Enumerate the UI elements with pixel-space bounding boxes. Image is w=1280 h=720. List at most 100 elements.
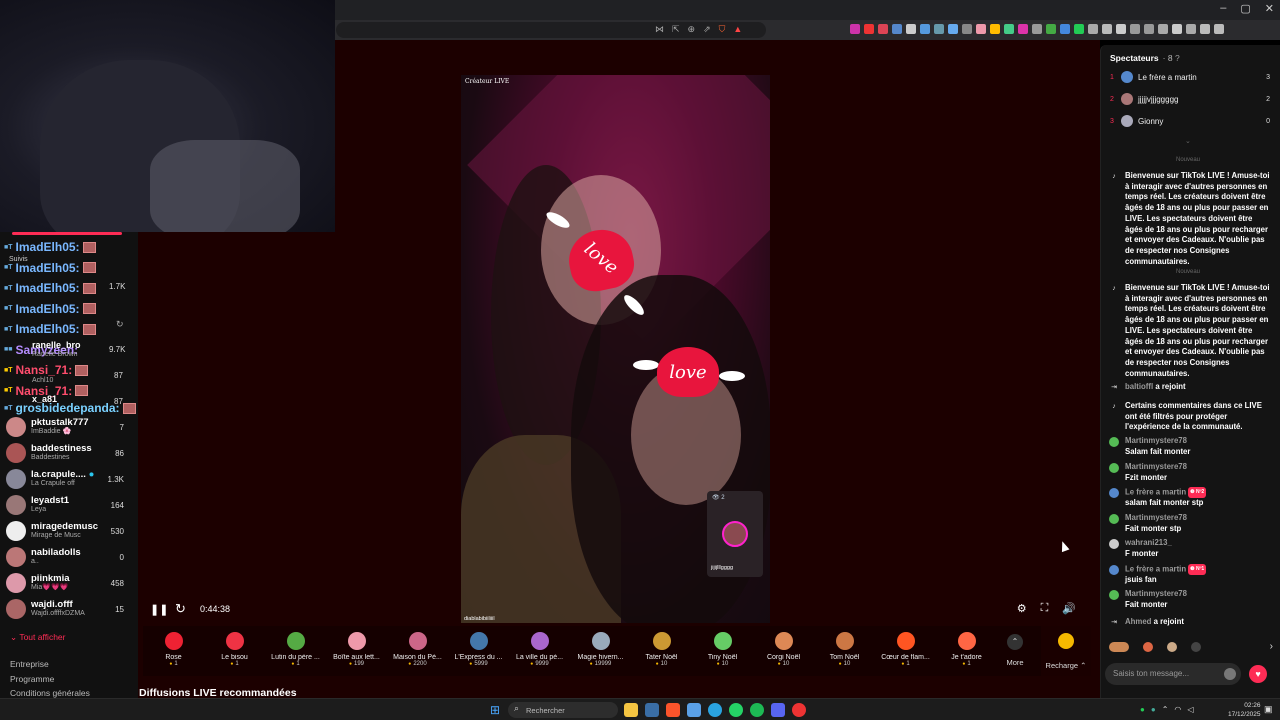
extension-icon[interactable] <box>962 24 972 34</box>
gift-item[interactable]: Maison du Pè...2200 <box>387 626 448 667</box>
extension-icon[interactable] <box>906 24 916 34</box>
gift-item[interactable]: Tiny Noël10 <box>692 626 753 667</box>
notification-icon[interactable]: ▣ <box>1264 704 1273 715</box>
gift-item[interactable]: Magie hivern...19999 <box>570 626 631 667</box>
minimize-button[interactable]: – <box>1220 2 1226 15</box>
refresh-icon[interactable]: ↻ <box>116 319 124 330</box>
like-button[interactable]: ♥ <box>1249 665 1267 683</box>
help-icon[interactable]: ? <box>1175 53 1180 63</box>
gift-item[interactable]: Cœur de flam...1 <box>875 626 936 667</box>
share-icon[interactable]: ⇗ <box>703 24 711 35</box>
creator-item[interactable]: piinkmia Mia💗💗💗 458 <box>6 570 132 596</box>
gift-item[interactable]: Rose1 <box>143 626 204 667</box>
show-all-link[interactable]: ⌄ Tout afficher <box>10 632 65 643</box>
gift-item[interactable]: Lutin du père ...1 <box>265 626 326 667</box>
extension-icon[interactable] <box>1032 24 1042 34</box>
chevron-right-icon[interactable]: › <box>1270 641 1273 652</box>
extension-icon[interactable] <box>1116 24 1126 34</box>
creator-item[interactable]: la.crapule.... ● La Crapule off 1.3K <box>6 466 132 492</box>
creator-name[interactable]: ranelle_bro <box>32 340 81 350</box>
zoom-icon[interactable]: ⊕ <box>688 24 696 35</box>
download-icon[interactable] <box>1130 24 1140 34</box>
taskbar-search[interactable]: Rechercher <box>508 702 618 718</box>
extension-icon[interactable] <box>1046 24 1056 34</box>
open-external-icon[interactable]: ⇱ <box>672 24 680 35</box>
telegram-icon[interactable] <box>708 703 722 717</box>
guest-window[interactable]: 👁 2 jijijlllgggg <box>707 491 763 577</box>
discord-icon[interactable] <box>771 703 785 717</box>
viewer-row[interactable]: 3 Gionny 0 <box>1110 114 1270 128</box>
gift-item[interactable]: Je t'adore1 <box>936 626 997 667</box>
creator-item[interactable]: wajdi.offf Wajdi.offffxDZMA 15 <box>6 596 132 622</box>
whatsapp-icon[interactable] <box>729 703 743 717</box>
gift-item[interactable]: Tom Noël10 <box>814 626 875 667</box>
gift-item[interactable]: Boîte aux lett...199 <box>326 626 387 667</box>
chat-username[interactable]: wahrani213_ <box>1125 538 1271 549</box>
calculator-icon[interactable] <box>645 703 659 717</box>
volume-icon[interactable]: ◁ <box>1187 705 1193 714</box>
extension-icon[interactable] <box>1158 24 1168 34</box>
chat-username[interactable]: Le frère a martin <box>1125 487 1186 496</box>
creator-item[interactable]: baddestiness Baddestines 86 <box>6 440 132 466</box>
brave-shield-icon[interactable]: ⛉ <box>719 24 726 35</box>
gift-item[interactable]: La ville du pè...9999 <box>509 626 570 667</box>
pause-icon[interactable]: ❚❚ <box>150 603 168 616</box>
chat-username[interactable]: Le frère a martin <box>1125 564 1186 573</box>
tray-icon[interactable]: ⌃ <box>1162 705 1169 714</box>
extension-icon[interactable] <box>990 24 1000 34</box>
creator-item[interactable]: nabiladolls a.. 0 <box>6 544 132 570</box>
footer-link-programme[interactable]: Programme <box>10 672 90 687</box>
viewer-row[interactable]: 2 jjjjjvjjjggggg 2 <box>1110 92 1270 106</box>
reaction-emoji-icon[interactable] <box>1191 641 1201 652</box>
extension-icon[interactable] <box>1004 24 1014 34</box>
footer-link-entreprise[interactable]: Entreprise <box>10 657 90 672</box>
reaction-emoji-icon[interactable] <box>1143 641 1153 652</box>
creator-item[interactable]: leyadst1 Leya 164 <box>6 492 132 518</box>
extension-icon[interactable] <box>920 24 930 34</box>
no-tracking-icon[interactable]: ⋈ <box>655 24 664 35</box>
gift-item[interactable]: Le bisou1 <box>204 626 265 667</box>
wifi-icon[interactable]: ◠ <box>1174 705 1181 714</box>
expand-viewers-icon[interactable]: ⌄ <box>1185 137 1191 145</box>
extension-icon[interactable] <box>1186 24 1196 34</box>
chat-username[interactable]: Martinmystere78 <box>1125 589 1271 600</box>
tray-icon[interactable]: ● <box>1140 705 1145 714</box>
chat-username[interactable]: Ahmed <box>1125 617 1151 626</box>
tray-icon[interactable]: ● <box>1151 705 1156 714</box>
spotify-icon[interactable] <box>750 703 764 717</box>
extension-icon[interactable] <box>864 24 874 34</box>
extension-icon[interactable] <box>1060 24 1070 34</box>
sidebar-icon[interactable] <box>1172 24 1182 34</box>
extension-icon[interactable] <box>948 24 958 34</box>
extension-icon[interactable] <box>976 24 986 34</box>
extension-icon[interactable] <box>1074 24 1084 34</box>
extension-icon[interactable] <box>892 24 902 34</box>
reaction-emoji-icon[interactable] <box>1167 641 1177 652</box>
clock[interactable]: 02:26 17/12/2025 <box>1228 701 1261 719</box>
chat-username[interactable]: Martinmystere78 <box>1125 436 1271 447</box>
extension-icon[interactable] <box>1088 24 1098 34</box>
settings-icon[interactable]: ⚙ <box>1017 602 1027 615</box>
extension-icon[interactable] <box>850 24 860 34</box>
emoji-icon[interactable] <box>1224 668 1236 680</box>
wallet-icon[interactable] <box>1200 24 1210 34</box>
recharge-button[interactable]: Recharge ⌃ <box>1041 626 1091 676</box>
more-gifts-button[interactable]: ⌃ More <box>997 626 1033 667</box>
file-explorer-icon[interactable] <box>624 703 638 717</box>
reaction-emoji-icon[interactable] <box>1109 641 1129 652</box>
chat-username[interactable]: baltioffl <box>1125 382 1153 391</box>
creator-item[interactable]: pktustalk777 ImBaddie 🌸 7 <box>6 414 132 440</box>
creator-item[interactable]: miragedemusc Mirage de Musc 530 <box>6 518 132 544</box>
extension-icon[interactable] <box>1018 24 1028 34</box>
chat-input[interactable]: Saisis ton message... <box>1105 663 1241 685</box>
menu-icon[interactable] <box>1214 24 1224 34</box>
notepad-icon[interactable] <box>687 703 701 717</box>
extension-icon[interactable] <box>1144 24 1154 34</box>
extension-icon[interactable] <box>934 24 944 34</box>
extension-icon[interactable] <box>878 24 888 34</box>
gift-item[interactable]: Corgi Noël10 <box>753 626 814 667</box>
extension-icon[interactable] <box>1102 24 1112 34</box>
gift-item[interactable]: Tater Noël10 <box>631 626 692 667</box>
creator-name[interactable]: x_a81 <box>32 394 57 404</box>
app-icon[interactable] <box>792 703 806 717</box>
